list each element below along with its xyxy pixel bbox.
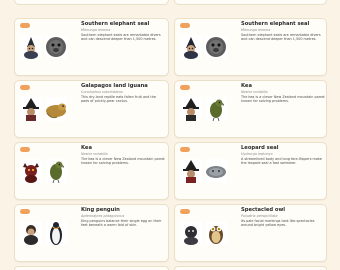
- species-title: Leopard seal: [241, 145, 279, 151]
- number-badge: [20, 147, 30, 152]
- king-penguin-image: [45, 221, 67, 245]
- kea-parrot-image: [205, 97, 227, 121]
- number-badge: [180, 85, 190, 90]
- witch-figure-image: [180, 97, 202, 121]
- card-bottom-edge-right: [174, 266, 327, 270]
- number-badge: [180, 147, 190, 152]
- species-description: The kea is a clever New Zealand mountain…: [81, 157, 165, 166]
- card-bottom-edge-left: [14, 266, 169, 270]
- species-title: Galapagos land iguana: [81, 83, 148, 89]
- card-top-edge-right: [174, 0, 327, 5]
- species-title: Spectacled owl: [241, 207, 286, 213]
- scientific-name: Nestor notabilis: [241, 90, 268, 94]
- scientific-name: Mirounga leonina: [81, 28, 111, 32]
- species-card[interactable]: Leopard seal Hydrurga leptonyx A streaml…: [174, 142, 327, 200]
- species-title: Southern elephant seal: [241, 21, 310, 27]
- number-badge: [20, 209, 30, 214]
- number-badge: [180, 23, 190, 28]
- species-card[interactable]: King penguin Aptenodytes patagonicus Kin…: [14, 204, 169, 262]
- scientific-name: Nestor notabilis: [81, 152, 108, 156]
- species-description: Its pale facial markings look like spect…: [241, 219, 315, 228]
- species-description: Southern elephant seals are remarkable d…: [81, 33, 161, 42]
- scientific-name: Mirounga leonina: [241, 28, 271, 32]
- leopard-seal-image: [205, 159, 227, 183]
- species-card[interactable]: Southern elephant seal Mirounga leonina …: [14, 18, 169, 76]
- species-card[interactable]: Southern elephant seal Mirounga leonina …: [174, 18, 327, 76]
- number-badge: [180, 209, 190, 214]
- scientific-name: Aptenodytes patagonicus: [81, 214, 125, 218]
- witch-figure-image: [20, 97, 42, 121]
- species-title: Southern elephant seal: [81, 21, 150, 27]
- species-card[interactable]: Galapagos land iguana Conolophus subcris…: [14, 80, 169, 138]
- elephant-seal-image: [205, 35, 227, 59]
- species-description: This dry-land reptile eats fallen fruit …: [81, 95, 156, 104]
- species-title: King penguin: [81, 207, 120, 213]
- spectacled-owl-image: [205, 221, 227, 245]
- species-description: The kea is a clever New Zealand mountain…: [241, 95, 325, 104]
- card-top-edge-left: [14, 0, 169, 5]
- scientific-name: Conolophus subcristatus: [81, 90, 123, 94]
- number-badge: [20, 85, 30, 90]
- species-description: King penguins balance their single egg o…: [81, 219, 162, 228]
- wizard-figure-image: [20, 35, 42, 59]
- species-description: A streamlined body and long fore-flipper…: [241, 157, 322, 166]
- species-card[interactable]: Spectacled owl Pulsatrix perspicillata I…: [174, 204, 327, 262]
- species-card[interactable]: Kea Nestor notabilis The kea is a clever…: [174, 80, 327, 138]
- kea-parrot-image: [45, 159, 67, 183]
- scientific-name: Hydrurga leptonyx: [241, 152, 273, 156]
- species-title: Kea: [241, 83, 252, 89]
- species-title: Kea: [81, 145, 92, 151]
- wizard-figure-image: [180, 35, 202, 59]
- dark-creature-image: [180, 221, 202, 245]
- witch-figure-image: [180, 159, 202, 183]
- red-monster-image: [20, 159, 42, 183]
- elephant-seal-image: [45, 35, 67, 59]
- scientific-name: Pulsatrix perspicillata: [241, 214, 278, 218]
- species-description: Southern elephant seals are remarkable d…: [241, 33, 321, 42]
- wizard-figure-image: [20, 221, 42, 245]
- land-iguana-image: [45, 97, 67, 121]
- species-card[interactable]: Kea Nestor notabilis The kea is a clever…: [14, 142, 169, 200]
- number-badge: [20, 23, 30, 28]
